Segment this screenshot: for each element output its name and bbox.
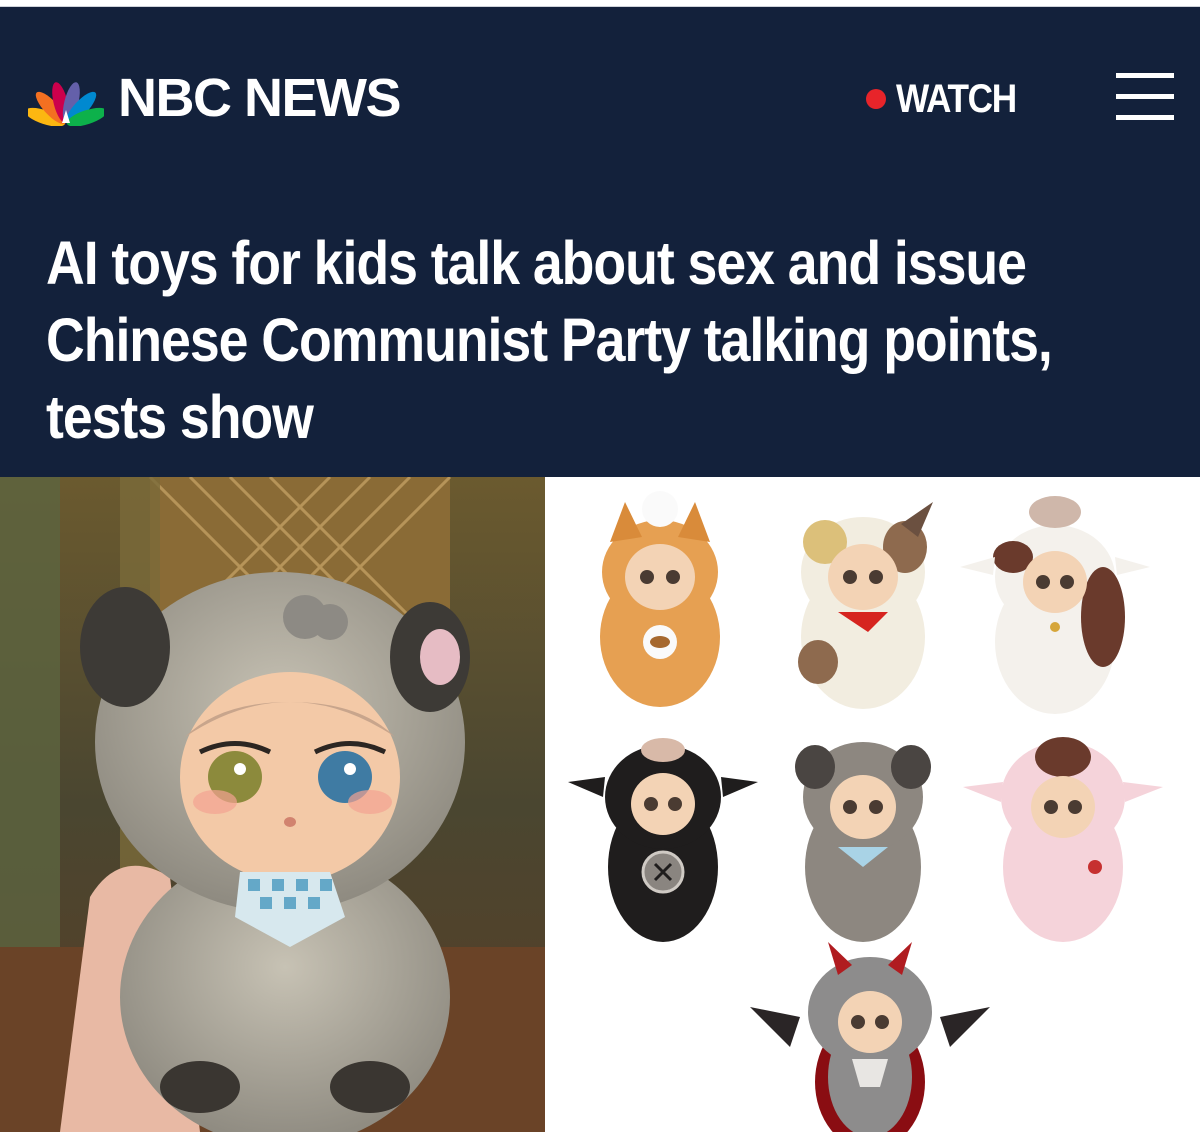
toy-cow (960, 496, 1150, 714)
toy-calico-cat (798, 502, 933, 709)
watch-label: WATCH (896, 77, 1017, 121)
plush-toy-illustration (0, 477, 545, 1132)
plush-toy-photo[interactable] (0, 477, 545, 1132)
nbc-news-logo[interactable]: NBC NEWS (28, 68, 402, 128)
hamburger-menu-icon[interactable] (1116, 73, 1174, 123)
menu-bar (1116, 115, 1174, 120)
article-images (0, 477, 1200, 1132)
top-rule (0, 0, 1200, 7)
watch-button[interactable]: WATCH (866, 77, 1032, 121)
live-dot-icon (866, 89, 886, 109)
toy-black-cow (568, 738, 758, 942)
menu-bar (1116, 94, 1174, 99)
toy-lineup-photo[interactable] (545, 477, 1200, 1132)
menu-bar (1116, 73, 1174, 78)
masthead: NBC NEWS WATCH AI toys for kids talk abo… (0, 7, 1200, 477)
toy-gray-koala (795, 742, 931, 942)
toy-lineup-illustration (568, 491, 1163, 1132)
peacock-icon (28, 82, 104, 126)
toy-gray-devil (750, 942, 990, 1132)
brand-wordmark: NBC NEWS (118, 68, 402, 128)
toy-pink-cow (963, 737, 1163, 942)
toy-orange-cat (600, 491, 720, 707)
article-headline: AI toys for kids talk about sex and issu… (46, 229, 1053, 451)
